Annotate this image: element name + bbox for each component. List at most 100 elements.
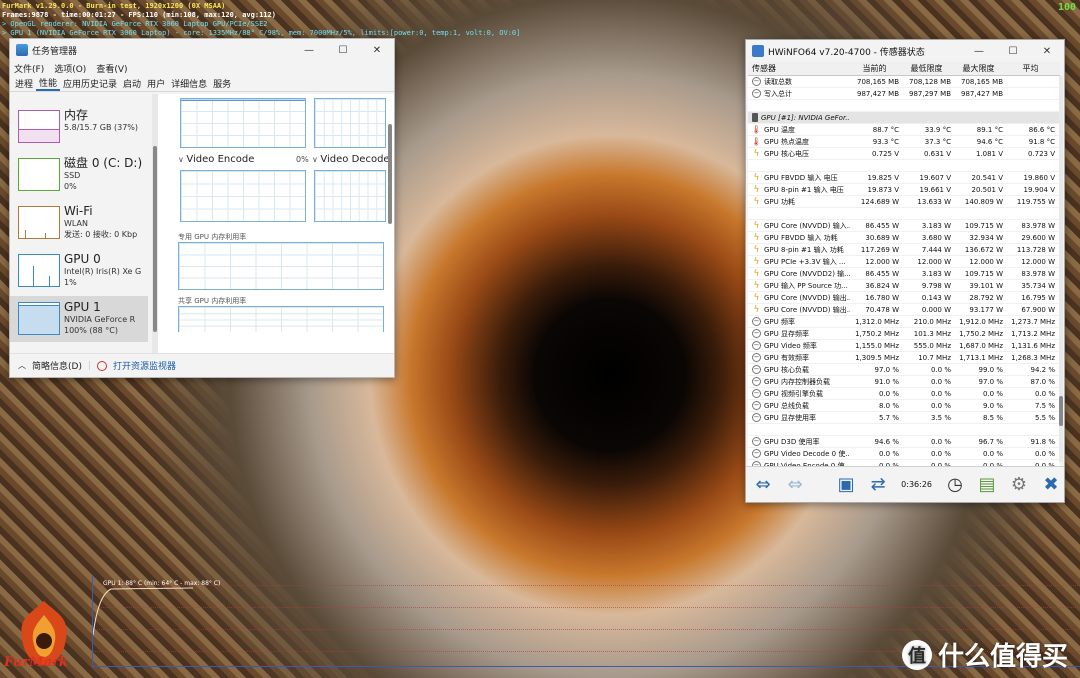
column-header-max[interactable]: 最大限度	[954, 63, 1006, 74]
sensor-row[interactable]: 🌡 GPU 温度 88.7 °C 33.9 °C 89.1 °C 86.6 °C	[748, 124, 1060, 136]
sensor-row[interactable]: ϟ GPU 输入 PP Source 功... 36.824 W 9.798 W 39.…	[748, 280, 1060, 292]
column-header-sensor[interactable]: 传感器	[748, 63, 850, 74]
sensor-value-max: 987,427 MB	[960, 89, 1003, 98]
sensor-row[interactable]: − GPU 总线负载 8.0 % 0.0 % 9.0 % 7.5 %	[748, 400, 1060, 412]
sensor-value-max: 109.715 W	[964, 269, 1003, 278]
dedicated-memory-label: 专用 GPU 内存利用率	[178, 233, 247, 241]
detail-scrollbar[interactable]	[388, 124, 392, 224]
resource-item-wifi[interactable]: Wi-Fi WLAN 发送: 0 接收: 0 Kbp	[10, 200, 148, 246]
sensor-row[interactable]: − GPU Video 频率 1,155.0 MHz 555.0 MHz 1,687.0…	[748, 340, 1060, 352]
resource-name: Wi-Fi	[64, 204, 93, 218]
sensor-row[interactable]: − 写入总计 987,427 MB 987,297 MB 987,427 MB	[748, 88, 1060, 100]
task-manager-window[interactable]: 任务管理器 — ☐ ✕ 文件(F) 选项(O) 查看(V) 进程 性能 应用历史…	[9, 38, 395, 378]
minimize-button[interactable]: —	[292, 39, 326, 61]
sensor-row[interactable]: 🌡 GPU 热点温度 93.3 °C 37.3 °C 94.6 °C 91.8 °C	[748, 136, 1060, 148]
sensor-row[interactable]: − GPU Video Decode 0 使... 0.0 % 0.0 % 0.0 % 0…	[748, 448, 1060, 460]
logging-icon[interactable]: ▤	[974, 472, 1000, 498]
sensor-row[interactable]: − GPU 显存频率 1,750.2 MHz 101.3 MHz 1,750.2 MHz…	[748, 328, 1060, 340]
sensor-row[interactable]: ϟ GPU FBVDD 输入 电压 19.825 V 19.607 V 20.541 V…	[748, 172, 1060, 184]
gpu0-thumbnail	[18, 254, 60, 287]
sensor-row[interactable]: ϟ GPU PCIe +3.3V 输入 ... 12.000 W 12.000 W 12…	[748, 256, 1060, 268]
resource-item-gpu1[interactable]: GPU 1 NVIDIA GeForce R 100% (88 °C)	[10, 296, 148, 342]
navigate-arrows-icon[interactable]: ⇔	[750, 472, 776, 498]
video-encode-value: 0%	[296, 155, 309, 164]
sensor-label: GPU PCIe +3.3V 输入 ...	[764, 257, 846, 266]
sensor-name-cell: 🌡 GPU 热点温度	[748, 137, 850, 147]
menu-view[interactable]: 查看(V)	[96, 62, 127, 75]
resource-item-disk[interactable]: 磁盘 0 (C: D:) SSD 0%	[10, 152, 148, 198]
sensor-row[interactable]: − GPU 显存使用率 5.7 % 3.5 % 8.5 % 5.5 %	[748, 412, 1060, 424]
hwinfo-window[interactable]: HWiNFO64 v7.20-4700 - 传感器状态 — ☐ ✕ 传感器 当前…	[745, 39, 1065, 503]
minimize-button[interactable]: —	[962, 40, 996, 62]
task-manager-titlebar[interactable]: 任务管理器 — ☐ ✕	[10, 39, 394, 61]
sensor-label: GPU Video 频率	[764, 341, 817, 350]
column-header-current[interactable]: 当前的	[850, 63, 902, 74]
sensor-value-cur: 70.478 W	[865, 305, 899, 314]
sensor-row[interactable]: ϟ GPU Core (NVVDD) 输入... 86.455 W 3.183 W 10…	[748, 220, 1060, 232]
sensor-row[interactable]: ϟ GPU Core (NVVDD) 输出... 70.478 W 0.000 W 93…	[748, 304, 1060, 316]
sensor-table-scrollbar[interactable]	[1059, 76, 1063, 462]
video-decode-chart	[314, 170, 386, 222]
sensor-row[interactable]: − GPU 频率 1,312.0 MHz 210.0 MHz 1,912.0 MHz 1,…	[748, 316, 1060, 328]
sensor-row[interactable]: ϟ GPU 8-pin #1 输入 功耗 117.269 W 7.444 W 136.6…	[748, 244, 1060, 256]
sensor-value-avg: 91.8 °C	[1028, 137, 1055, 146]
furmark-gpu-line: > GPU 1 (NVIDIA GeForce RTX 3060 Laptop)…	[2, 29, 521, 37]
furmark-frames-line: Frames:9878 - time:00:01:27 - FPS:110 (m…	[2, 11, 276, 19]
sensor-row[interactable]: − 读取总数 708,165 MB 708,128 MB 708,165 MB	[748, 76, 1060, 88]
sensor-row[interactable]: − GPU 内存控制器负载 91.0 % 0.0 % 97.0 % 87.0 %	[748, 376, 1060, 388]
menu-options[interactable]: 选项(O)	[54, 62, 86, 75]
sensor-row[interactable]: ϟ GPU 核心电压 0.725 V 0.631 V 1.081 V 0.723 V	[748, 148, 1060, 160]
menu-file[interactable]: 文件(F)	[14, 62, 44, 75]
tab-performance[interactable]: 性能	[36, 76, 61, 91]
tab-startup[interactable]: 启动	[120, 77, 144, 90]
sensor-value-max: 89.1 °C	[976, 125, 1003, 134]
tab-processes[interactable]: 进程	[12, 77, 36, 90]
column-header-avg[interactable]: 平均	[1006, 63, 1058, 74]
tab-services[interactable]: 服务	[210, 77, 234, 90]
sensor-row[interactable]: − GPU 核心负载 97.0 % 0.0 % 99.0 % 94.2 %	[748, 364, 1060, 376]
tab-app-history[interactable]: 应用历史记录	[60, 77, 120, 90]
sensor-row[interactable]	[748, 208, 1060, 220]
reset-icon[interactable]: ⇄	[865, 472, 891, 498]
sensor-row[interactable]: ϟ GPU FBVDD 输入 功耗 30.689 W 3.680 W 32.934 W 2…	[748, 232, 1060, 244]
sensor-value-cur: 93.3 °C	[872, 137, 899, 146]
maximize-button[interactable]: ☐	[326, 39, 360, 61]
settings-gear-icon[interactable]: ⚙	[1006, 472, 1032, 498]
sensor-group-row[interactable]: GPU [#1]: NVIDIA GeFor...	[748, 112, 1060, 124]
sensor-value-avg: 12.000 W	[1021, 257, 1055, 266]
sensor-row[interactable]	[748, 100, 1060, 112]
sensor-row[interactable]: − GPU D3D 使用率 94.6 % 0.0 % 96.7 % 91.8 %	[748, 436, 1060, 448]
sensor-value-max: 20.541 V	[971, 173, 1003, 182]
sensor-row[interactable]	[748, 160, 1060, 172]
hwinfo-titlebar[interactable]: HWiNFO64 v7.20-4700 - 传感器状态 — ☐ ✕	[746, 40, 1064, 62]
fewer-details-button[interactable]: 简略信息(D)	[32, 359, 82, 372]
resource-item-memory[interactable]: 内存 5.8/15.7 GB (37%)	[10, 104, 148, 150]
sensor-label: 读取总数	[764, 77, 792, 86]
sensor-row[interactable]: ϟ GPU Core (NVVDD) 输出... 16.780 W 0.143 W 28…	[748, 292, 1060, 304]
sensor-row[interactable]: ϟ GPU Core (NVVDD2) 输... 86.455 W 3.183 W 10…	[748, 268, 1060, 280]
close-button[interactable]: ✕	[1030, 40, 1064, 62]
close-button[interactable]: ✕	[360, 39, 394, 61]
sensor-value-min: 0.0 %	[930, 365, 951, 374]
close-sensors-icon[interactable]: ✖	[1038, 472, 1064, 498]
sensor-row[interactable]: ϟ GPU 8-pin #1 输入 电压 19.873 V 19.661 V 20.50…	[748, 184, 1060, 196]
resource-item-gpu0[interactable]: GPU 0 Intel(R) Iris(R) Xe G 1%	[10, 248, 148, 294]
sensor-value-min: 0.0 %	[930, 449, 951, 458]
tab-details[interactable]: 详细信息	[168, 77, 210, 90]
sensor-row[interactable]: ϟ GPU 功耗 124.689 W 13.633 W 140.809 W 119.755…	[748, 196, 1060, 208]
shared-memory-chart	[178, 306, 384, 332]
chevron-up-icon[interactable]: ︿	[18, 360, 26, 371]
sensor-value-max: 39.101 W	[969, 281, 1003, 290]
sensor-row[interactable]: − GPU 有效频率 1,309.5 MHz 10.7 MHz 1,713.1 MHz 1…	[748, 352, 1060, 364]
sensor-name-cell: ϟ GPU 8-pin #1 输入 电压	[748, 185, 850, 195]
network-monitor-icon[interactable]: ▣	[833, 472, 859, 498]
maximize-button[interactable]: ☐	[996, 40, 1030, 62]
tab-users[interactable]: 用户	[144, 77, 168, 90]
sensor-row[interactable]	[748, 424, 1060, 436]
sensor-row[interactable]: − GPU 视频引擎负载 0.0 % 0.0 % 0.0 % 0.0 %	[748, 388, 1060, 400]
gauge-icon: −	[752, 77, 761, 86]
clock-icon[interactable]: ◷	[942, 472, 968, 498]
open-resource-monitor-link[interactable]: 打开资源监视器	[113, 359, 176, 372]
column-header-min[interactable]: 最低限度	[902, 63, 954, 74]
sensor-label: GPU Video Decode 0 使...	[764, 449, 850, 458]
